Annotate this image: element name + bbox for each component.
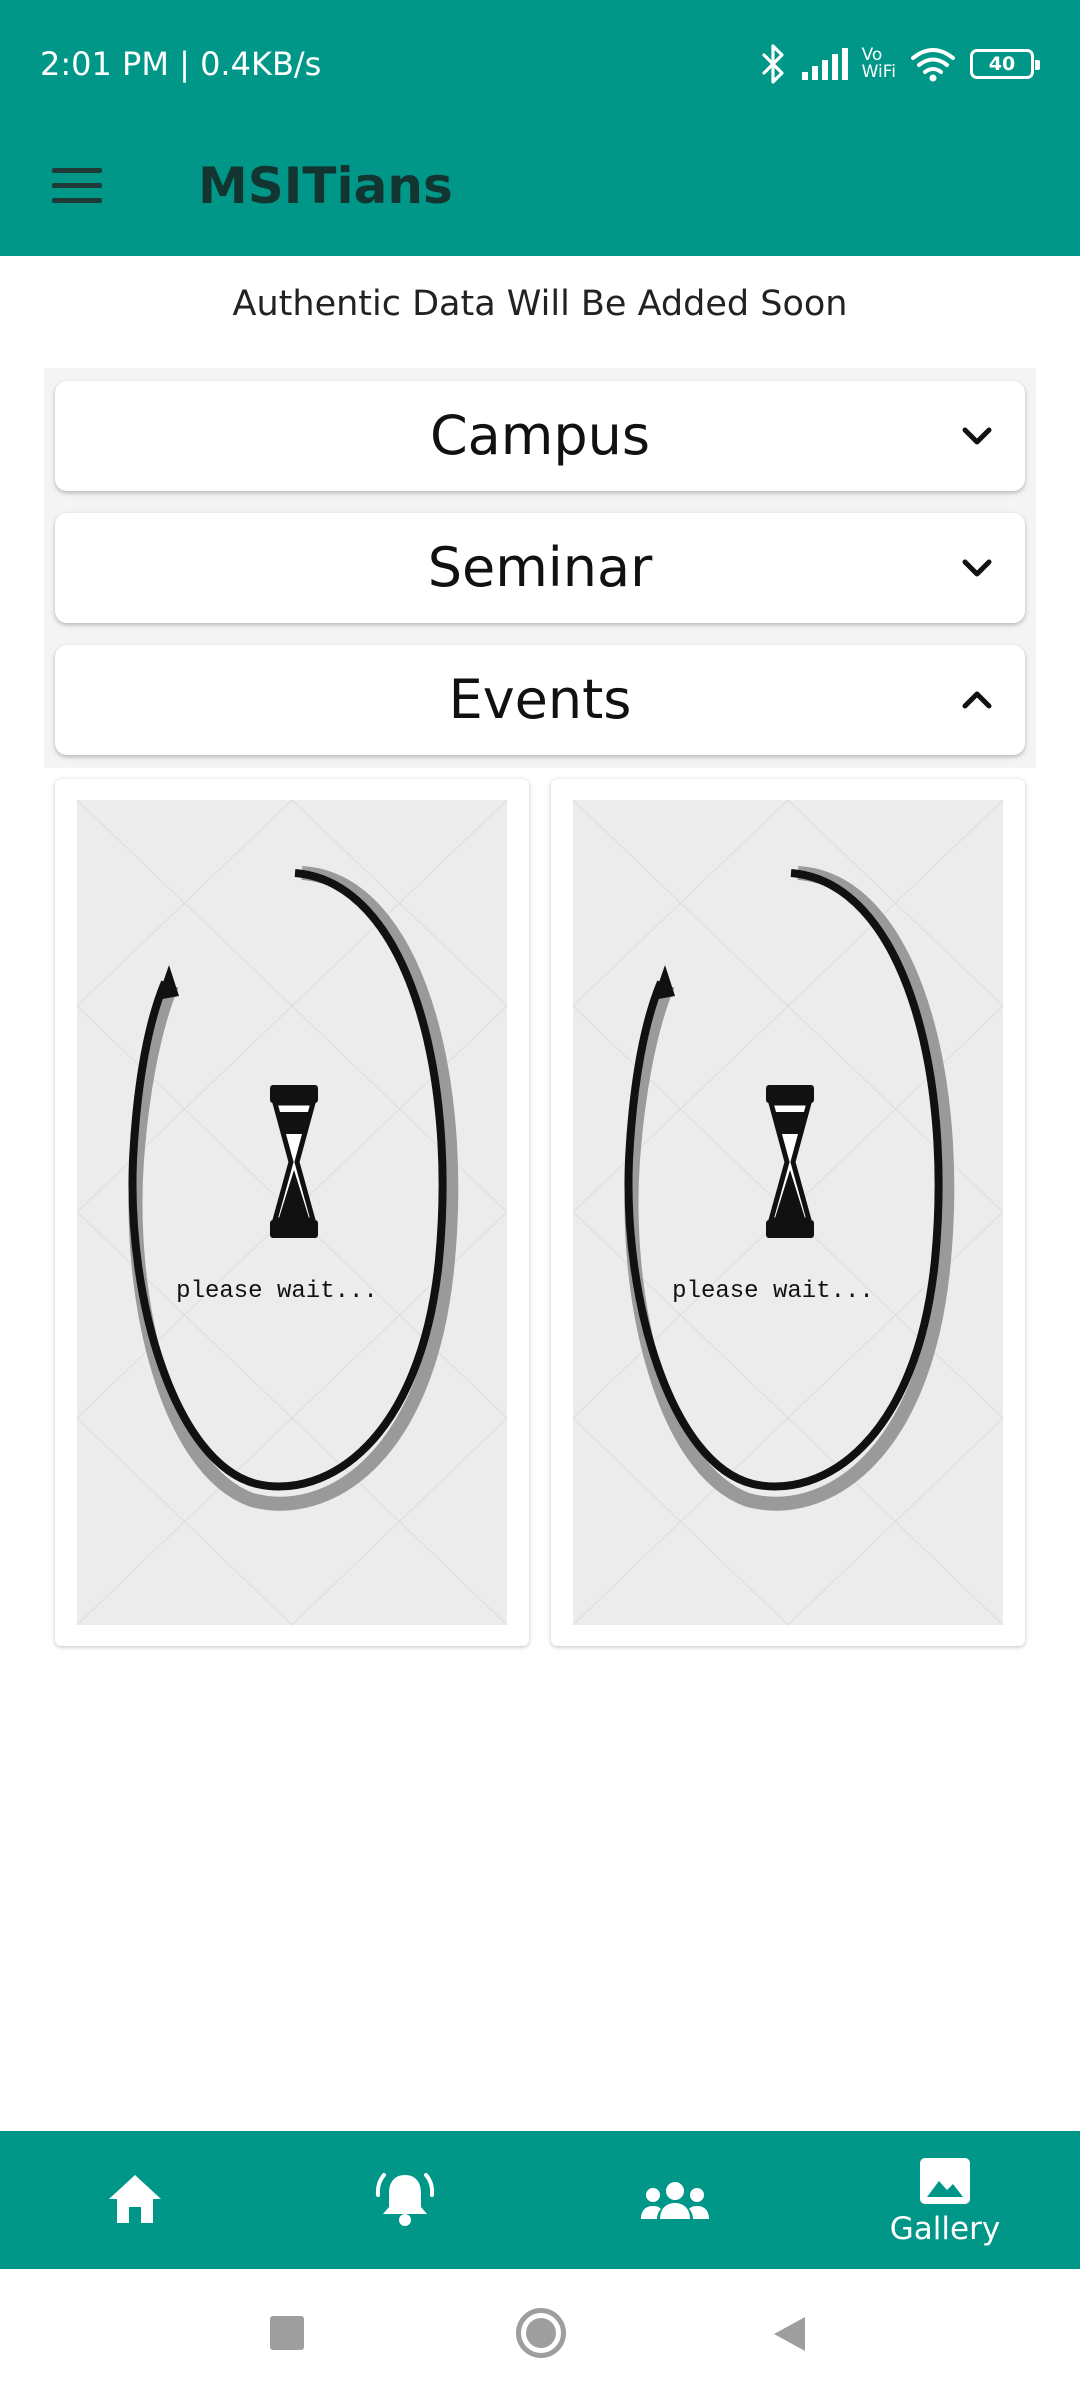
status-time: 2:01 PM | 0.4KB/s <box>40 45 322 83</box>
chevron-down-icon <box>962 559 992 577</box>
nav-gallery-label: Gallery <box>889 2211 1001 2247</box>
battery-level-text: 40 <box>988 53 1016 75</box>
please-wait-text: please wait... <box>672 1278 874 1305</box>
accordion-seminar[interactable]: Seminar <box>55 513 1025 623</box>
bottom-navigation: Gallery <box>0 2131 1080 2269</box>
nav-people[interactable] <box>575 2131 775 2269</box>
nav-notifications[interactable] <box>305 2131 505 2269</box>
accordion-events[interactable]: Events <box>55 645 1025 755</box>
gallery-icon <box>920 2158 970 2204</box>
chevron-down-icon <box>962 427 992 445</box>
nav-gallery[interactable]: Gallery <box>845 2131 1045 2269</box>
wifi-icon <box>911 48 955 82</box>
gallery-card-2[interactable]: please wait... <box>551 779 1025 1646</box>
battery-icon: 40 <box>970 49 1040 79</box>
gallery-card-1[interactable]: please wait... <box>55 779 529 1646</box>
system-navigation-bar <box>0 2269 1080 2400</box>
loading-placeholder-image: please wait... <box>77 800 507 1625</box>
accordion-events-label: Events <box>448 668 632 731</box>
people-icon <box>641 2182 709 2219</box>
home-icon <box>109 2175 161 2223</box>
accordion-campus[interactable]: Campus <box>55 381 1025 491</box>
menu-icon[interactable] <box>48 156 106 214</box>
chevron-up-icon <box>962 691 992 709</box>
loading-hourglass-icon: please wait... <box>77 800 507 1625</box>
accordion-seminar-label: Seminar <box>427 536 653 599</box>
home-circle-icon[interactable] <box>516 2308 566 2358</box>
notification-bell-icon <box>375 2173 435 2226</box>
loading-hourglass-icon: please wait... <box>573 800 1003 1625</box>
bluetooth-icon <box>761 44 784 84</box>
vowifi-bottom-label: WiFi <box>861 62 896 82</box>
loading-placeholder-image: please wait... <box>573 800 1003 1625</box>
back-triangle-icon[interactable] <box>771 2315 807 2353</box>
app-bar: MSITians <box>0 128 1080 256</box>
status-bar: 2:01 PM | 0.4KB/s Vo WiFi 40 <box>0 0 1080 128</box>
signal-icon <box>801 48 848 80</box>
vowifi-icon: Vo WiFi <box>862 47 896 81</box>
nav-home[interactable] <box>35 2131 235 2269</box>
app-title: MSITians <box>198 157 453 215</box>
status-icons: Vo WiFi 40 <box>758 36 1040 92</box>
please-wait-text: please wait... <box>176 1278 378 1305</box>
recent-apps-icon[interactable] <box>270 2316 304 2350</box>
accordion-campus-label: Campus <box>429 404 651 467</box>
notice-text: Authentic Data Will Be Added Soon <box>232 284 848 324</box>
